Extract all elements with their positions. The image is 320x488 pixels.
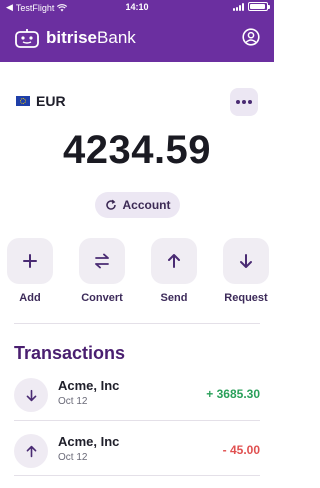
transactions-title: Transactions xyxy=(14,343,126,363)
more-dot xyxy=(242,100,246,104)
tx-outgoing-icon xyxy=(14,434,48,468)
tx-incoming-icon xyxy=(14,378,48,412)
send-button[interactable] xyxy=(151,238,197,284)
row-divider xyxy=(14,475,260,476)
currency-selector[interactable]: EUR xyxy=(16,93,66,109)
add-action[interactable]: Add xyxy=(6,238,54,304)
tx-name: Acme, Inc xyxy=(58,378,120,393)
arrow-up-icon xyxy=(168,254,180,268)
convert-action[interactable]: Convert xyxy=(78,238,126,304)
account-button[interactable]: Account xyxy=(95,192,180,218)
request-label: Request xyxy=(224,292,268,304)
action-bar: Add Convert Send Request xyxy=(6,238,270,304)
status-right xyxy=(233,2,270,11)
tx-amount: - 45.00 xyxy=(222,443,260,457)
account-label: Account xyxy=(122,198,171,212)
app-header: ◀ TestFlight 14:10 bitriseBank xyxy=(0,0,274,62)
tx-date: Oct 12 xyxy=(58,396,88,407)
convert-button[interactable] xyxy=(79,238,125,284)
more-dot xyxy=(236,100,240,104)
profile-icon[interactable] xyxy=(242,28,260,46)
arrow-down-icon xyxy=(26,389,36,401)
row-divider xyxy=(14,420,260,421)
arrow-up-icon xyxy=(26,445,36,457)
battery-icon xyxy=(248,2,270,11)
section-divider xyxy=(14,323,260,324)
send-action[interactable]: Send xyxy=(150,238,198,304)
tx-amount: + 3685.30 xyxy=(206,387,260,401)
tx-name: Acme, Inc xyxy=(58,434,120,449)
refresh-icon xyxy=(105,199,116,210)
convert-label: Convert xyxy=(81,292,123,304)
request-button[interactable] xyxy=(223,238,269,284)
tx-date: Oct 12 xyxy=(58,452,88,463)
request-action[interactable]: Request xyxy=(222,238,270,304)
brand-logo: bitriseBank xyxy=(14,28,136,48)
transaction-row[interactable]: Acme, Inc Oct 12 - 45.00 xyxy=(14,432,260,472)
brand-name: bitriseBank xyxy=(46,28,136,47)
arrow-down-icon xyxy=(240,254,252,268)
bitbot-logo-icon xyxy=(15,29,39,48)
transaction-row[interactable]: Acme, Inc Oct 12 + 3685.30 xyxy=(14,376,260,416)
signal-icon xyxy=(233,2,244,11)
swap-icon xyxy=(95,253,109,269)
add-label: Add xyxy=(19,292,41,304)
currency-code: EUR xyxy=(36,93,66,109)
status-bar: ◀ TestFlight 14:10 xyxy=(0,0,274,14)
more-options-button[interactable] xyxy=(230,88,258,116)
plus-icon xyxy=(23,254,37,268)
add-button[interactable] xyxy=(7,238,53,284)
more-dot xyxy=(248,100,252,104)
eu-flag-icon xyxy=(16,96,30,106)
send-label: Send xyxy=(160,292,188,304)
balance-amount: 4234.59 xyxy=(62,128,212,172)
